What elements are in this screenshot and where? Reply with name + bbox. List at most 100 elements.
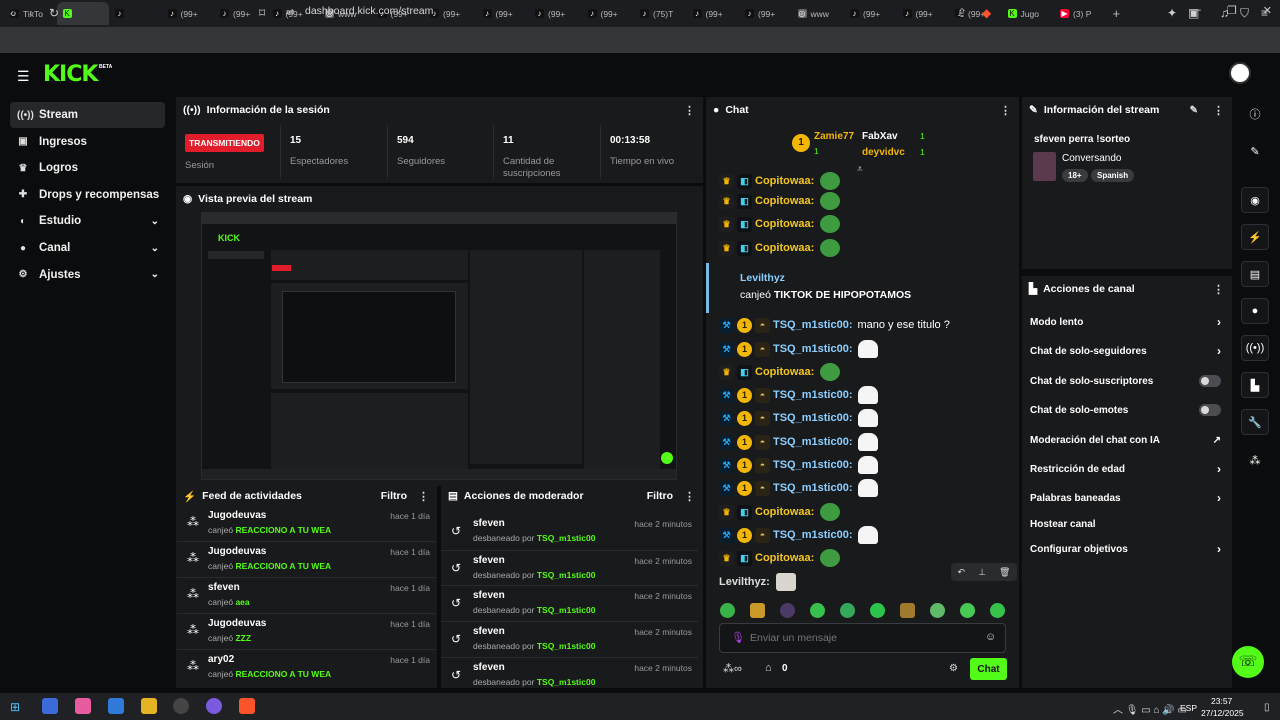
extensions-icon[interactable]: ✦: [1167, 6, 1177, 20]
chat-username[interactable]: Copitowaa:: [755, 506, 814, 518]
browser-tab[interactable]: ♪ (99+: [687, 2, 740, 25]
mod-target-user[interactable]: sfeven: [473, 555, 505, 566]
chat-username[interactable]: TSQ_m1stic00:: [773, 482, 852, 494]
browser-tab[interactable]: ♪ (75)T: [634, 2, 687, 25]
feed-user[interactable]: Jugodeuvas: [208, 546, 266, 557]
microphone-icon[interactable]: 🎙: [731, 631, 745, 644]
chat-username[interactable]: Copitowaa:: [755, 366, 814, 378]
chat-settings-icon[interactable]: ⚙: [949, 663, 958, 674]
mod-menu-icon[interactable]: ⋮: [684, 490, 695, 503]
browser-tab[interactable]: ♪: [109, 2, 162, 25]
emote-icon[interactable]: [750, 603, 765, 618]
emote-icon[interactable]: [780, 603, 795, 618]
chat-message[interactable]: ♛ ◧ Copitowaa:: [719, 171, 841, 191]
browser-tab[interactable]: K Jugo: [1002, 2, 1055, 25]
nodes-icon[interactable]: ⁂: [1241, 447, 1269, 473]
action-moderaci-n-del-chat-con-ia[interactable]: Moderación del chat con IA ↗: [1030, 430, 1225, 450]
new-tab-button[interactable]: +: [1107, 2, 1131, 25]
broadcast-panel-icon[interactable]: ((•)): [1241, 335, 1269, 361]
store-icon[interactable]: ⌂: [765, 662, 772, 674]
taskbar-app-icon[interactable]: [108, 698, 124, 714]
chat-message[interactable]: ♛ ◧ Copitowaa:: [719, 362, 841, 382]
chat-username[interactable]: Copitowaa:: [755, 195, 814, 207]
mod-item[interactable]: ↺ sfeven desbaneado por TSQ_m1stic00 hace 2…: [441, 514, 698, 550]
mod-item[interactable]: ↺ sfeven desbaneado por TSQ_m1stic00 hace 2…: [441, 621, 698, 657]
emote-icon[interactable]: [930, 603, 945, 618]
chat-username[interactable]: TSQ_m1stic00:: [773, 459, 852, 471]
list-panel-icon[interactable]: ▤: [1241, 261, 1269, 287]
brave-shield-icon[interactable]: ◆: [982, 6, 991, 20]
url-text[interactable]: dashboard.kick.com/stream: [305, 5, 433, 17]
emote-icon[interactable]: [990, 603, 1005, 618]
sidebar-item-stream[interactable]: ((•)) Stream: [10, 102, 165, 128]
action-restricci-n-de-edad[interactable]: Restricción de edad ›: [1030, 459, 1225, 479]
browser-tab[interactable]: ♪ (99+: [162, 2, 215, 25]
chat-message[interactable]: ⚒ 1 ◓ TSQ_m1stic00:: [719, 432, 879, 452]
action-chat-de-solo-seguidores[interactable]: Chat de solo-seguidores ›: [1030, 341, 1225, 361]
hamburger-menu-icon[interactable]: ☰: [17, 68, 30, 85]
redemption-user[interactable]: Levilthyz: [740, 272, 785, 284]
feed-item[interactable]: ⁂ ary02 canjeó REACCIONO A TU WEA hace 1 dí…: [177, 649, 435, 688]
mod-item[interactable]: ↺ sfeven desbaneado por TSQ_m1stic00 hace 2…: [441, 549, 698, 586]
chat-message[interactable]: ♛ ◧ Copitowaa:: [719, 548, 841, 568]
kick-logo[interactable]: KICK: [43, 62, 98, 87]
browser-tab[interactable]: ♪ (99+: [897, 2, 950, 25]
vpn-icon[interactable]: ⛉: [1240, 6, 1249, 20]
browser-tab[interactable]: K: [56, 2, 109, 25]
chat-menu-icon[interactable]: ⋮: [1000, 104, 1011, 117]
action-modo-lento[interactable]: Modo lento ›: [1030, 312, 1225, 332]
toggle-switch[interactable]: [1199, 375, 1221, 387]
sidebar-item-canal[interactable]: ● Canal ⌄: [10, 235, 165, 261]
sidebar-item-logros[interactable]: ♛ Logros: [10, 155, 165, 181]
taskbar-app-icon[interactable]: [141, 698, 157, 714]
stream-preview[interactable]: KICK: [201, 212, 677, 480]
bolt-panel-icon[interactable]: ⚡: [1241, 224, 1269, 250]
feed-item[interactable]: ⁂ Jugodeuvas canjeó REACCIONO A TU WEA hace…: [177, 541, 435, 580]
chat-username[interactable]: Copitowaa:: [755, 218, 814, 230]
browser-tab[interactable]: ♪ (99+: [844, 2, 897, 25]
emote-icon[interactable]: [960, 603, 975, 618]
mod-target-user[interactable]: sfeven: [473, 590, 505, 601]
delete-icon[interactable]: 🗑: [999, 567, 1010, 578]
chat-username[interactable]: Copitowaa:: [755, 175, 814, 187]
chat-username[interactable]: Copitowaa:: [755, 242, 814, 254]
browser-tab[interactable]: ♪ (99+: [582, 2, 635, 25]
mod-by-user[interactable]: TSQ_m1stic00: [537, 641, 596, 651]
mod-item[interactable]: ↺ sfeven desbaneado por TSQ_m1stic00 hace 2…: [441, 585, 698, 621]
mod-by-user[interactable]: TSQ_m1stic00: [537, 533, 596, 543]
emote-icon[interactable]: [900, 603, 915, 618]
sidebar-item-estudio[interactable]: ◐ Estudio ⌄: [10, 208, 165, 234]
action-palabras-baneadas[interactable]: Palabras baneadas ›: [1030, 488, 1225, 508]
avatar[interactable]: [1229, 62, 1251, 84]
leader-2-name[interactable]: FabXav: [862, 131, 898, 142]
feed-item[interactable]: ⁂ Jugodeuvas canjeó ZZZ hace 1 día: [177, 613, 435, 652]
bookmark-icon[interactable]: ⌑: [259, 6, 265, 20]
session-menu-icon[interactable]: ⋮: [684, 104, 695, 117]
chat-message[interactable]: ♛ ◧ Copitowaa:: [719, 502, 841, 522]
feed-user[interactable]: sfeven: [208, 582, 240, 593]
wrench-panel-icon[interactable]: 🔧: [1241, 409, 1269, 435]
media-icon[interactable]: ♫: [1220, 6, 1229, 20]
leader-3-name[interactable]: deyvidvc: [862, 147, 905, 158]
action-chat-de-solo-emotes[interactable]: Chat de solo-emotes: [1030, 400, 1225, 420]
category-thumbnail[interactable]: [1033, 152, 1056, 181]
taskbar-app-icon[interactable]: [42, 698, 58, 714]
slider-panel-icon[interactable]: ▙: [1241, 372, 1269, 398]
stream-info-menu-icon[interactable]: ⋮: [1213, 104, 1224, 117]
chat-username[interactable]: TSQ_m1stic00:: [773, 389, 852, 401]
emote-icon[interactable]: [840, 603, 855, 618]
edit-stream-icon[interactable]: ✎: [1190, 105, 1198, 116]
sidebar-toggle-icon[interactable]: ▣: [1188, 6, 1199, 20]
chat-message[interactable]: ♛ ◧ Copitowaa:: [719, 214, 841, 234]
chat-username[interactable]: TSQ_m1stic00:: [773, 412, 852, 424]
taskbar-app-icon[interactable]: [206, 698, 222, 714]
language-indicator[interactable]: ESP: [1180, 703, 1197, 713]
actions-menu-icon[interactable]: ⋮: [1213, 283, 1224, 296]
chat-username[interactable]: TSQ_m1stic00:: [773, 319, 852, 331]
leader-1-name[interactable]: Zamie77: [814, 131, 854, 142]
mod-item[interactable]: ↺ sfeven desbaneado por TSQ_m1stic00 hace 2…: [441, 656, 698, 693]
action-hostear-canal[interactable]: Hostear canal: [1030, 514, 1225, 534]
mod-filter-button[interactable]: Filtro: [647, 490, 673, 502]
sidebar-item-drops[interactable]: ✚ Drops y recompensas: [10, 182, 165, 208]
browser-tab[interactable]: ◎ www: [792, 2, 845, 25]
